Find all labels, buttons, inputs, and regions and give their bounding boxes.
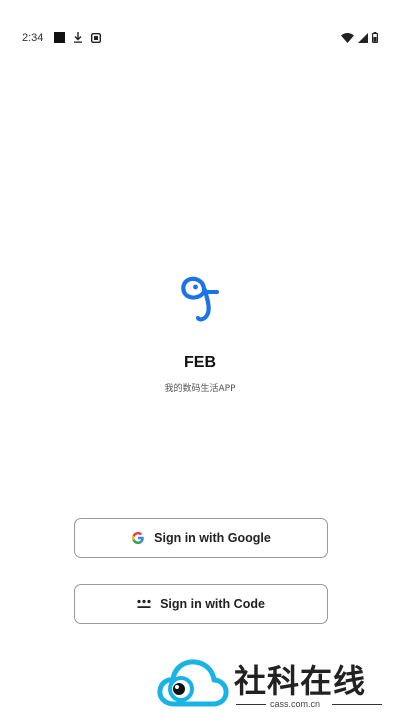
status-bar: 2:34 xyxy=(0,0,400,44)
wifi-icon xyxy=(341,32,354,43)
watermark: 社科在线 cass.com.cn xyxy=(152,652,392,718)
app-tagline: 我的数码生活APP xyxy=(164,384,236,394)
watermark-title: 社科在线 xyxy=(234,662,367,700)
download-icon xyxy=(74,32,82,43)
watermark-url: cass.com.cn xyxy=(270,699,321,709)
sign-in-code-button[interactable]: Sign in with Code xyxy=(74,584,328,624)
stop-square-icon xyxy=(54,32,65,43)
google-icon xyxy=(132,532,144,544)
status-time: 2:34 xyxy=(22,32,44,44)
watermark-divider-left xyxy=(236,704,266,705)
sign-in-code-label: Sign in with Code xyxy=(160,597,265,611)
feb-logo-icon xyxy=(181,276,219,322)
app-name: FEB xyxy=(184,354,216,371)
cell-signal-icon xyxy=(358,32,368,43)
status-right-icons xyxy=(341,32,378,43)
sign-in-google-label: Sign in with Google xyxy=(154,531,271,545)
watermark-divider-right xyxy=(332,704,382,705)
sign-in-google-button[interactable]: Sign in with Google xyxy=(74,518,328,558)
battery-icon xyxy=(372,32,378,43)
status-left-icons xyxy=(54,32,101,43)
keypad-icon xyxy=(137,599,151,608)
cloud-eye-logo-icon xyxy=(157,659,229,707)
notification-icon xyxy=(91,32,101,43)
